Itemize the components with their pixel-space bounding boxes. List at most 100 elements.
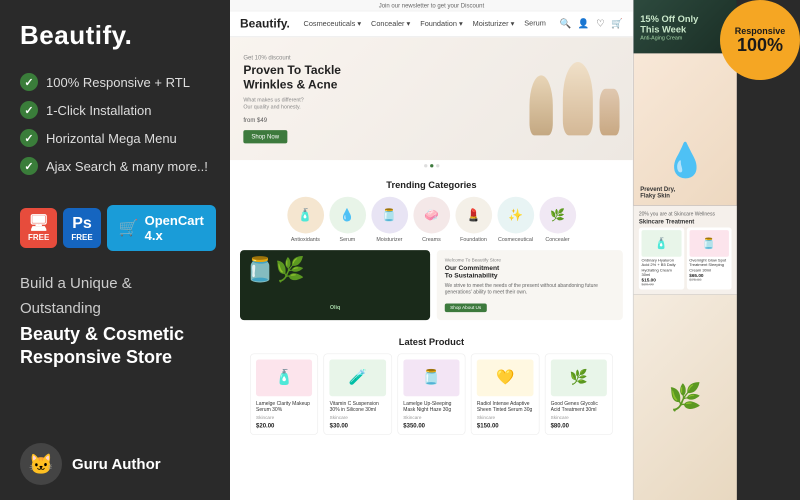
- category-img: 🌿: [539, 196, 576, 233]
- product-card-3[interactable]: 🫙 Lamelge Up-Sleeping Mask Night Haze 30…: [397, 353, 465, 434]
- product-brand: Skincare: [477, 415, 533, 420]
- nav-link[interactable]: Concealer ▾: [371, 19, 410, 28]
- nav-link[interactable]: Moisturizer ▾: [473, 19, 515, 28]
- nav-link[interactable]: Serum: [524, 19, 546, 28]
- feature-label: 100% Responsive + RTL: [46, 75, 190, 90]
- sust-right: Welcome To Beautify Store Our Commitment…: [437, 250, 623, 320]
- latest-products-section: Latest Product 🧴 Lamelge Clarity Makeup …: [230, 328, 633, 443]
- badge-photoshop: 🖥 FREE: [20, 208, 57, 249]
- badge-ps-label: FREE: [71, 233, 92, 243]
- badge-red-icon: 🖥: [29, 214, 49, 233]
- store-nav-links: Cosmeceuticals ▾ Concealer ▾ Foundation …: [304, 19, 546, 28]
- wishlist-icon[interactable]: ♡: [596, 18, 604, 29]
- author-avatar: 🐱: [20, 443, 62, 485]
- mini-product-img: 🫙: [689, 230, 729, 257]
- category-label: Cosmeceutical: [498, 236, 533, 242]
- mini-product-1[interactable]: 🧴 Ordinary Hyaluron Acid 2% + B5 Daily H…: [639, 228, 684, 290]
- product-card-1[interactable]: 🧴 Lamelge Clarity Makeup Serum 30% Skinc…: [250, 353, 318, 434]
- hero-products: [529, 62, 619, 135]
- product-img: 🧴: [256, 359, 312, 396]
- sust-bottles-emoji: 🫙🌿: [245, 255, 305, 283]
- hero-shop-button[interactable]: Shop Now: [243, 130, 287, 143]
- slide-dot-active[interactable]: [430, 164, 433, 167]
- panel-bottom: 20% you are at Skincare Wellness Skincar…: [634, 206, 737, 295]
- mini-product-old-price: $20.00: [642, 283, 682, 287]
- product-price: $350.00: [403, 422, 459, 429]
- store-header: Join our newsletter to get your Discount…: [230, 0, 633, 37]
- responsive-badge: Responsive 100%: [720, 0, 800, 80]
- hero-dots: [230, 160, 633, 171]
- features-list: 100% Responsive + RTL 1-Click Installati…: [20, 73, 210, 185]
- category-foundation[interactable]: 💄 Foundation: [455, 196, 492, 241]
- sust-left: 🫙🌿 Oliq: [240, 250, 430, 320]
- nav-link[interactable]: Foundation ▾: [420, 19, 462, 28]
- offer-sub: Anti-Aging Cream: [640, 34, 730, 40]
- desc-build-line1: Build a Unique &: [20, 273, 210, 294]
- product-card-4[interactable]: 💛 Radiol Intense Adaptive Sheen Tinted S…: [471, 353, 539, 434]
- opencart-badge[interactable]: 🛒 OpenCart 4.x: [107, 205, 216, 251]
- feature-item: Ajax Search & many more..!: [20, 157, 210, 175]
- badge-ps-icon: Ps: [72, 214, 92, 233]
- nav-link[interactable]: Cosmeceuticals ▾: [304, 19, 362, 28]
- preview-inner: Join our newsletter to get your Discount…: [230, 0, 737, 500]
- responsive-percent: 100%: [737, 36, 783, 54]
- right-panels: 15% Off OnlyThis Week Anti-Aging Cream 💧…: [634, 0, 737, 500]
- slide-dot[interactable]: [436, 164, 439, 167]
- tech-badges: 🖥 FREE Ps FREE 🛒 OpenCart 4.x: [20, 205, 210, 251]
- product-img: 🌿: [551, 359, 607, 396]
- cart-icon[interactable]: 🛒: [611, 18, 623, 29]
- mini-product-img: 🧴: [642, 230, 682, 257]
- slide-dot[interactable]: [424, 164, 427, 167]
- products-grid: 🧴 Lamelge Clarity Makeup Serum 30% Skinc…: [240, 353, 623, 434]
- mini-product-name: Ordinary Hyaluron Acid 2% + B5 Daily Hyd…: [642, 259, 682, 278]
- check-icon: [20, 129, 38, 147]
- preview-wrapper: Responsive 100% Join our newsletter to g…: [230, 0, 800, 500]
- category-img: 💄: [455, 196, 492, 233]
- opencart-label: OpenCart 4.x: [145, 213, 204, 243]
- category-label: Antioxidants: [291, 236, 320, 242]
- product-price: $30.00: [330, 422, 386, 429]
- category-creams[interactable]: 🧼 Creams: [413, 196, 450, 241]
- product-img: 🧪: [330, 359, 386, 396]
- product-name: Good Genes Glycolic Acid Treatment 30ml: [551, 400, 607, 413]
- category-moisturizer[interactable]: 🫙 Moisturizer: [371, 196, 408, 241]
- author-section: 🐱 Guru Author: [20, 433, 210, 485]
- product-card-2[interactable]: 🧪 Vitamin C Suspension 30% in Silicone 3…: [324, 353, 392, 434]
- category-img: ✨: [497, 196, 534, 233]
- category-concealer[interactable]: 🌿 Concealer: [539, 196, 576, 241]
- category-label: Moisturizer: [376, 236, 402, 242]
- feature-item: 100% Responsive + RTL: [20, 73, 210, 91]
- product-name: Vitamin C Suspension 30% in Silicone 30m…: [330, 400, 386, 413]
- sust-btn[interactable]: Shop About Us: [445, 303, 487, 312]
- skincare-sub: 20% you are at Skincare Wellness: [639, 211, 732, 217]
- product-name: Lamelge Clarity Makeup Serum 30%: [256, 400, 312, 413]
- category-img: 💧: [329, 196, 366, 233]
- hero-product-bottle-2: [563, 62, 593, 135]
- desc-main: Beauty & CosmeticResponsive Store: [20, 323, 210, 370]
- category-cosmeceutical[interactable]: ✨ Cosmeceutical: [497, 196, 534, 241]
- store-preview: Join our newsletter to get your Discount…: [230, 0, 737, 500]
- hero-product-bottle-1: [529, 75, 552, 135]
- author-avatar-icon: 🐱: [29, 452, 54, 477]
- product-brand: Skincare: [403, 415, 459, 420]
- feature-item: Horizontal Mega Menu: [20, 129, 210, 147]
- category-serum[interactable]: 💧 Serum: [329, 196, 366, 241]
- search-icon[interactable]: 🔍: [560, 18, 572, 29]
- category-img: 🧴: [287, 196, 324, 233]
- product-brand: Skincare: [551, 415, 607, 420]
- category-label: Foundation: [460, 236, 487, 242]
- hero-text: Get 10% discount Proven To TackleWrinkle…: [243, 54, 341, 143]
- user-icon[interactable]: 👤: [578, 18, 590, 29]
- product-brand: Skincare: [256, 415, 312, 420]
- sust-text: We strive to meet the needs of the prese…: [445, 282, 615, 296]
- sust-title: Our CommitmentTo Sustainability: [445, 265, 615, 280]
- product-name: Radiol Intense Adaptive Sheen Tinted Ser…: [477, 400, 533, 413]
- mini-product-2[interactable]: 🫙 Overnight Glow Spot Treatment Sleeping…: [687, 228, 732, 290]
- badge-ps: Ps FREE: [63, 208, 100, 249]
- product-card-5[interactable]: 🌿 Good Genes Glycolic Acid Treatment 30m…: [545, 353, 613, 434]
- mini-product-name: Overnight Glow Spot Treatment Sleeping C…: [689, 259, 729, 273]
- sidebar-description: Build a Unique & Outstanding Beauty & Co…: [20, 273, 210, 433]
- category-antioxidants[interactable]: 🧴 Antioxidants: [287, 196, 324, 241]
- panel-extra: 🌿: [634, 295, 737, 500]
- feature-label: 1-Click Installation: [46, 103, 152, 118]
